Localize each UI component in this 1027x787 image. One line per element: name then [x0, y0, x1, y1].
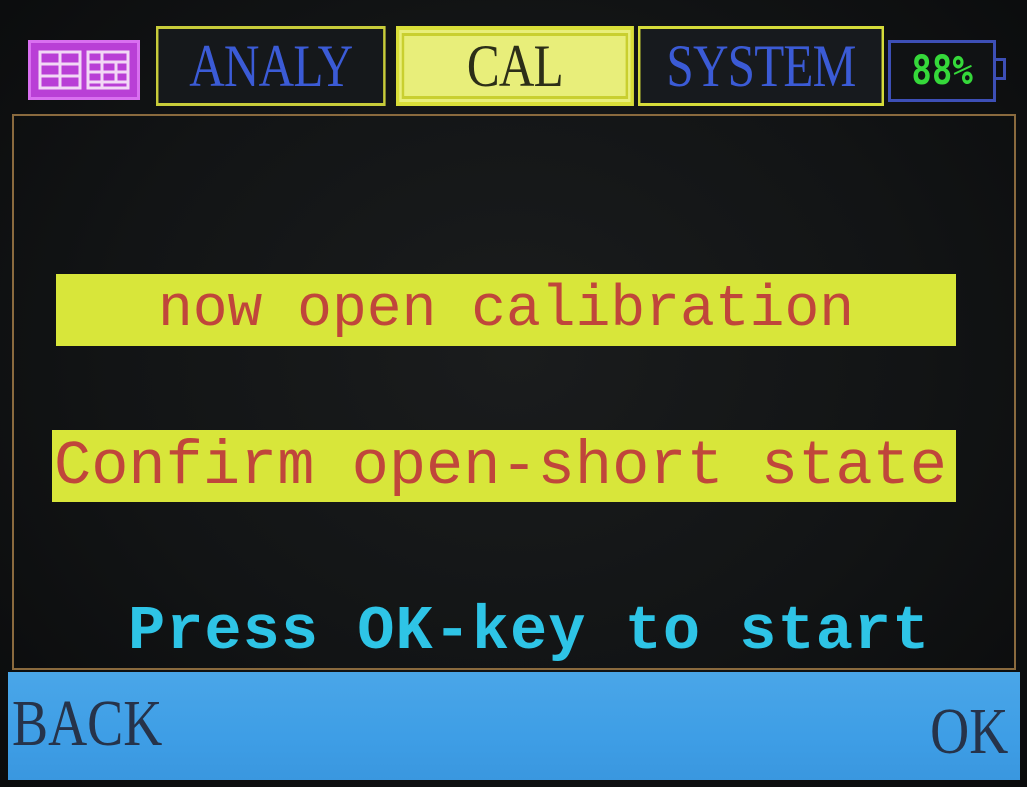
content-frame	[12, 114, 1016, 670]
battery-percent: 88%	[911, 48, 973, 94]
tab-system[interactable]: SYSTEM	[638, 26, 884, 106]
tab-analy[interactable]: ANALY	[156, 26, 386, 106]
confirm-state-text: Confirm open-short state	[54, 430, 947, 502]
tab-bar: ANALY CAL SYSTEM 88%	[26, 22, 1016, 110]
tab-analy-label: ANALY	[189, 32, 353, 99]
tab-cal[interactable]: CAL	[396, 26, 634, 106]
battery-tip	[996, 58, 1006, 80]
ok-softkey[interactable]: OK	[930, 694, 1008, 770]
battery-icon: 88%	[888, 40, 996, 102]
chinese-characters-logo-icon	[28, 40, 140, 100]
start-prompt: Press OK-key to start	[128, 596, 931, 667]
softkey-bar: BACK OK	[8, 672, 1020, 780]
tab-system-label: SYSTEM	[666, 32, 856, 99]
calibration-status-text: now open calibration	[157, 277, 855, 343]
tab-cal-label: CAL	[466, 32, 564, 99]
back-softkey[interactable]: BACK	[12, 686, 162, 762]
calibration-status-banner: now open calibration	[56, 274, 956, 346]
logo-glyph	[38, 50, 130, 90]
confirm-state-banner: Confirm open-short state	[52, 430, 956, 502]
device-screen: ANALY CAL SYSTEM 88% now open calibratio…	[0, 0, 1027, 787]
